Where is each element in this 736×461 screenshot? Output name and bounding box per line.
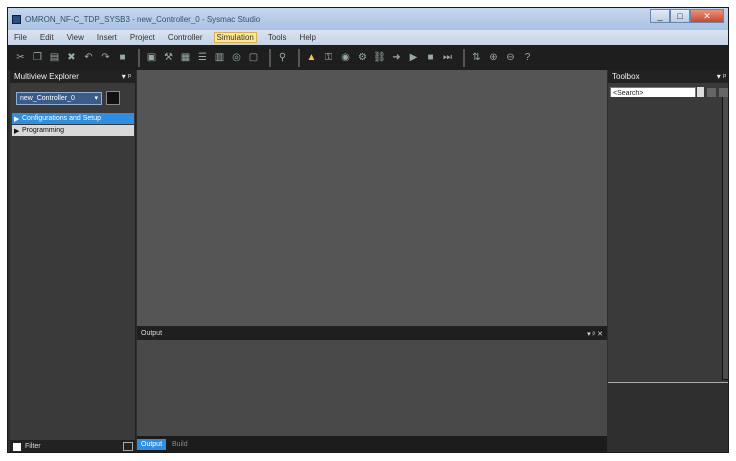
toolbar-separator — [138, 48, 140, 67]
filter-toggle[interactable] — [123, 442, 133, 451]
delete-icon[interactable]: ✖ — [65, 51, 78, 64]
chevron-down-icon: ▾ — [94, 95, 98, 102]
pin-icon[interactable]: ▾ ᵖ — [122, 72, 131, 81]
toolbar-separator — [298, 48, 300, 67]
menu-bar: File Edit View Insert Project Controller… — [8, 30, 728, 45]
undo-icon[interactable]: ↶ — [82, 51, 95, 64]
lock-icon[interactable]: ⚿ — [322, 51, 335, 64]
filter-icon — [13, 442, 21, 451]
help-icon[interactable]: ? — [521, 51, 534, 64]
toolbox-scrollbar[interactable] — [722, 97, 728, 380]
pin-icon[interactable]: ▾ ᵖ — [717, 72, 726, 81]
menu-help[interactable]: Help — [298, 33, 318, 42]
output-controls[interactable]: ▾ ᵖ ✕ — [587, 330, 603, 338]
caption-buttons: _ □ ✕ — [650, 9, 724, 23]
title-bar: OMRON_NF-C_TDP_SYSB3 - new_Controller_0 … — [8, 8, 728, 30]
menu-insert[interactable]: Insert — [95, 33, 119, 42]
toolbar: ✂ ❐ ▤ ✖ ↶ ↷ ■ ▣ ⚒ ▦ ☰ ▥ ◎ ▢ ⚲ ▲ ⚿ ◉ ⚙ ⛓ ➜ ▶ ■ ⏭ ⇅ ⊕ ⊖? — [8, 45, 728, 70]
toolbox-title: Toolbox — [612, 72, 640, 81]
cut-icon[interactable]: ✂ — [14, 51, 27, 64]
tree-item-configurations[interactable]: ▶ Configurations and Setup — [12, 113, 134, 124]
search-icon[interactable]: ⚲ — [276, 51, 289, 64]
controller-status-icon[interactable] — [106, 91, 120, 105]
window-icon[interactable]: ▢ — [247, 51, 260, 64]
menu-view[interactable]: View — [65, 33, 86, 42]
list-icon[interactable]: ☰ — [196, 51, 209, 64]
arrow-icon[interactable]: ➜ — [390, 51, 403, 64]
bottom-tab-strip: Output Build — [137, 436, 607, 452]
application-window: OMRON_NF-C_TDP_SYSB3 - new_Controller_0 … — [7, 7, 729, 453]
camera-icon[interactable]: ◉ — [339, 51, 352, 64]
toolbar-separator — [269, 48, 271, 67]
warning-icon[interactable]: ▲ — [305, 51, 318, 64]
tab-build[interactable]: Build — [168, 439, 192, 450]
output-title: Output — [141, 330, 163, 337]
multiview-explorer: Multiview Explorer ▾ ᵖ new_Controller_0 … — [10, 70, 136, 452]
menu-simulation[interactable]: Simulation — [213, 32, 257, 43]
tree-item-label: Configurations and Setup — [22, 115, 101, 122]
link-icon[interactable]: ⛓ — [373, 51, 386, 64]
scroll-thumb[interactable] — [723, 97, 728, 379]
menu-controller[interactable]: Controller — [166, 33, 205, 42]
filter-label: Filter — [25, 443, 41, 450]
binoculars-icon[interactable]: ◎ — [230, 51, 243, 64]
tool-icon[interactable]: ⚒ — [162, 51, 175, 64]
tab-output[interactable]: Output — [137, 439, 167, 450]
output-body[interactable] — [137, 340, 607, 437]
filter-bar[interactable]: Filter — [10, 440, 136, 452]
redo-icon[interactable]: ↷ — [99, 51, 112, 64]
output-panel: Output ▾ ᵖ ✕ — [137, 326, 607, 437]
toolbox-description-pane — [608, 382, 728, 452]
toolbox-area — [608, 97, 722, 380]
tree-item-programming[interactable]: ▶ Programming — [12, 125, 134, 136]
expand-arrow-icon[interactable]: ▶ — [14, 127, 22, 135]
run-icon[interactable]: ▶ — [407, 51, 420, 64]
multiview-title: Multiview Explorer — [14, 72, 79, 81]
step-icon[interactable]: ⏭ — [441, 51, 454, 64]
panel-icon[interactable]: ▣ — [145, 51, 158, 64]
copy-icon[interactable]: ❐ — [31, 51, 44, 64]
transfer-icon[interactable]: ⇅ — [470, 51, 483, 64]
controller-selector-row: new_Controller_0 ▾ — [16, 91, 129, 105]
app-icon — [12, 14, 21, 24]
tree-item-label: Programming — [22, 127, 65, 134]
grid-icon[interactable]: ▦ — [179, 51, 192, 64]
multiview-header: Multiview Explorer ▾ ᵖ — [10, 70, 135, 83]
save-icon[interactable]: ■ — [116, 51, 129, 64]
menu-project[interactable]: Project — [128, 33, 157, 42]
zoom-in-icon[interactable]: ⊕ — [487, 51, 500, 64]
toolbox-header: Toolbox ▾ ᵖ — [608, 70, 728, 83]
menu-file[interactable]: File — [12, 33, 29, 42]
output-header: Output ▾ ᵖ ✕ — [137, 327, 607, 340]
toolbar-separator — [463, 48, 465, 67]
minimize-button[interactable]: _ — [650, 9, 670, 23]
menu-edit[interactable]: Edit — [38, 33, 56, 42]
close-button[interactable]: ✕ — [690, 9, 724, 23]
zoom-out-icon[interactable]: ⊖ — [504, 51, 517, 64]
maximize-button[interactable]: □ — [670, 9, 690, 23]
settings-icon[interactable]: ⚙ — [356, 51, 369, 64]
stop-icon[interactable]: ■ — [424, 51, 437, 64]
window-title: OMRON_NF-C_TDP_SYSB3 - new_Controller_0 … — [25, 14, 261, 24]
paste-icon[interactable]: ▤ — [48, 51, 61, 64]
menu-tools[interactable]: Tools — [266, 33, 289, 42]
editor-workspace[interactable] — [137, 70, 607, 326]
controller-dropdown[interactable]: new_Controller_0 ▾ — [16, 91, 102, 105]
layers-icon[interactable]: ▥ — [213, 51, 226, 64]
toolbox-panel: Toolbox ▾ ᵖ — [608, 70, 728, 452]
controller-name: new_Controller_0 — [20, 94, 75, 102]
expand-arrow-icon[interactable]: ▶ — [14, 115, 22, 123]
